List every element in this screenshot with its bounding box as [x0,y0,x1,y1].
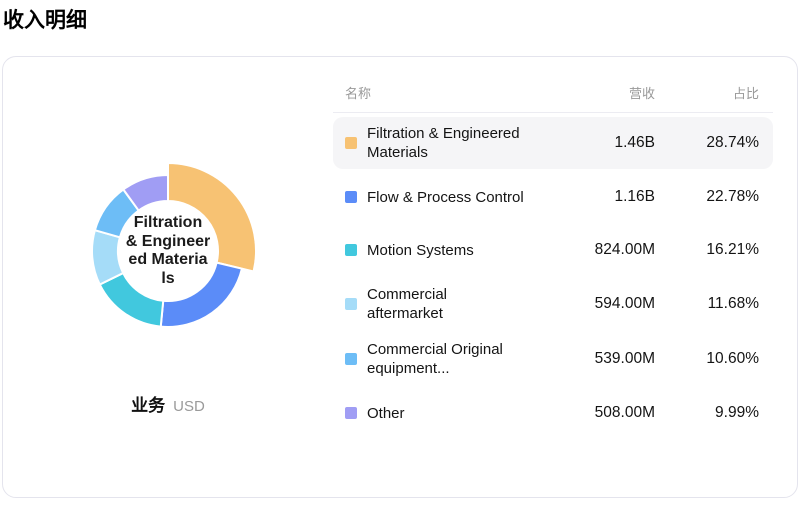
series-revenue: 594.00M [594,295,655,312]
series-name: Commercial Original equipment... [367,341,503,377]
breakdown-table: 名称 营收 占比 Filtration & Engineered Materia… [333,83,773,497]
header-percent: 占比 [732,86,759,101]
pie-slice-1[interactable] [159,261,243,328]
table-row[interactable]: Flow & Process Control 1.16B 22.78% [333,172,773,222]
table-header-row: 名称 营收 占比 [333,83,773,113]
pie-slice-3[interactable] [91,229,125,286]
series-color-marker [345,298,357,310]
row-name-cell: Other [345,404,555,423]
table-body: Filtration & Engineered Materials 1.46B 28… [333,113,773,438]
table-row[interactable]: Filtration & Engineered Materials 1.46B 28… [333,117,773,169]
series-percent: 16.21% [706,241,759,258]
series-color-marker [345,244,357,256]
series-revenue: 1.46B [614,134,655,151]
page-title: 收入明细 [3,9,87,32]
row-name-cell: Commercial aftermarket [345,285,555,323]
header-name: 名称 [345,86,372,101]
series-name: Commercial aftermarket [367,286,448,322]
series-color-marker [345,407,357,419]
row-name-cell: Filtration & Engineered Materials [345,124,555,162]
chart-panel: Filtration & Engineer ed Materia ls 业务 U… [3,57,333,497]
header-revenue: 营收 [628,86,655,101]
row-name-cell: Motion Systems [345,241,555,260]
series-percent: 10.60% [706,350,759,367]
revenue-breakdown-card: Filtration & Engineer ed Materia ls 业务 U… [2,56,798,498]
series-name: Filtration & Engineered Materials [367,125,520,161]
series-name: Motion Systems [367,241,474,259]
table-row[interactable]: Other 508.00M 9.99% [333,388,773,438]
table-row[interactable]: Motion Systems 824.00M 16.21% [333,225,773,275]
pie-slice-0[interactable] [167,162,257,273]
series-revenue: 824.00M [594,241,655,258]
series-percent: 28.74% [706,134,759,151]
currency-unit-label: USD [173,398,205,415]
row-name-cell: Flow & Process Control [345,188,555,207]
series-percent: 22.78% [706,188,759,205]
series-percent: 9.99% [715,404,759,421]
series-revenue: 539.00M [594,350,655,367]
donut-chart[interactable]: Filtration & Engineer ed Materia ls [38,121,298,381]
series-revenue: 508.00M [594,404,655,421]
series-color-marker [345,191,357,203]
series-name: Flow & Process Control [367,188,524,206]
pie-slice-2[interactable] [98,272,165,328]
series-percent: 11.68% [707,295,759,312]
table-row[interactable]: Commercial Original equipment... 539.00M 1… [333,333,773,385]
chart-footer: 业务 USD [131,391,205,416]
table-row[interactable]: Commercial aftermarket 594.00M 11.68% [333,278,773,330]
row-name-cell: Commercial Original equipment... [345,340,555,378]
dimension-label[interactable]: 业务 [131,391,165,416]
series-color-marker [345,353,357,365]
series-name: Other [367,404,405,422]
series-color-marker [345,137,357,149]
donut-svg [91,162,257,328]
series-revenue: 1.16B [614,188,655,205]
